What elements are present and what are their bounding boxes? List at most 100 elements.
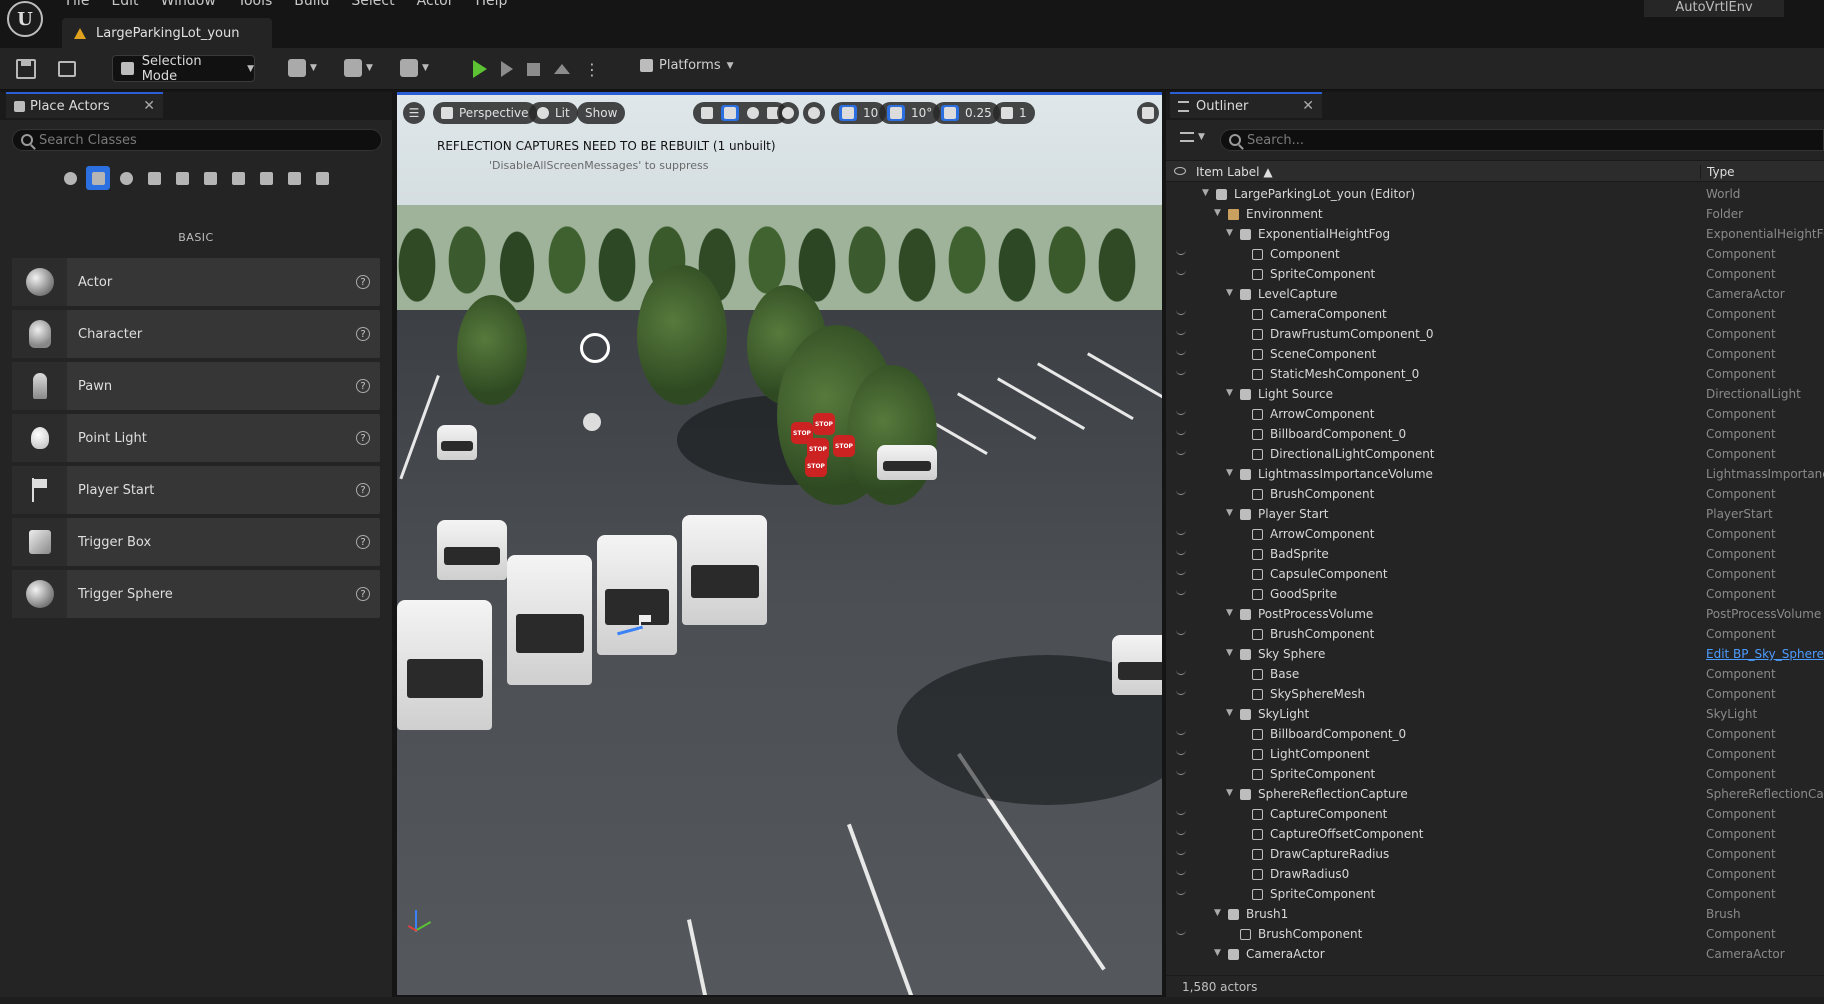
outliner-row[interactable]: ArrowComponent Component [1166,404,1824,424]
menu-file[interactable]: File [66,0,89,9]
translate-tool-icon[interactable] [721,105,739,121]
rotation-snap-button[interactable]: 10° [879,102,941,124]
expand-arrow-icon[interactable]: ▼ [1226,388,1233,398]
visibility-toggle-icon[interactable] [1176,330,1186,335]
close-icon[interactable]: ✕ [1302,98,1314,114]
outliner-row[interactable]: SceneComponent Component [1166,344,1824,364]
outliner-row[interactable]: ▼ LightmassImportanceVolume LightmassImpor… [1166,464,1824,484]
menu-select[interactable]: Select [351,0,394,9]
stop-icon[interactable] [527,62,540,76]
outliner-row[interactable]: ▼ CameraActor CameraActor [1166,944,1824,964]
visibility-toggle-icon[interactable] [1176,690,1186,695]
visibility-toggle-icon[interactable] [1176,570,1186,575]
menu-actor[interactable]: Actor [417,0,454,9]
expand-arrow-icon[interactable]: ▼ [1226,608,1233,618]
visibility-toggle-icon[interactable] [1176,430,1186,435]
menu-tools[interactable]: Tools [238,0,273,9]
menu-build[interactable]: Build [294,0,329,9]
outliner-tab[interactable]: Outliner ✕ [1170,92,1322,118]
camera-speed-button[interactable]: 1 [993,102,1035,124]
selection-mode-dropdown[interactable]: Selection Mode ▼ [112,54,255,84]
scale-snap-button[interactable]: 0.25 [933,102,1000,124]
visibility-toggle-icon[interactable] [1176,630,1186,635]
visibility-toggle-icon[interactable] [1176,370,1186,375]
save-icon[interactable] [16,59,36,79]
outliner-row[interactable]: ▼ Player Start PlayerStart [1166,504,1824,524]
outliner-row[interactable]: BillboardComponent_0 Component [1166,424,1824,444]
help-icon[interactable]: ? [356,587,370,601]
outliner-row[interactable]: DrawCaptureRadius Component [1166,844,1824,864]
outliner-row[interactable]: ▼ Brush1 Brush [1166,904,1824,924]
expand-arrow-icon[interactable]: ▼ [1226,508,1233,518]
shapes-icon[interactable] [142,166,166,190]
eject-icon[interactable] [554,64,570,74]
expand-arrow-icon[interactable]: ▼ [1202,188,1209,198]
outliner-row[interactable]: BadSprite Component [1166,544,1824,564]
expand-arrow-icon[interactable]: ▼ [1226,648,1233,658]
visibility-toggle-icon[interactable] [1176,450,1186,455]
actor-item-player-start[interactable]: Player Start ? [12,466,380,514]
actor-item-point-light[interactable]: Point Light ? [12,414,380,462]
outliner-row[interactable]: ▼ LargeParkingLot_youn (Editor) World [1166,184,1824,204]
unreal-logo-icon[interactable]: U [7,1,43,37]
help-icon[interactable]: ? [356,431,370,445]
rotate-tool-icon[interactable] [747,107,759,119]
outliner-row[interactable]: CapsuleComponent Component [1166,564,1824,584]
visibility-toggle-icon[interactable] [1176,730,1186,735]
help-icon[interactable]: ? [356,275,370,289]
expand-arrow-icon[interactable]: ▼ [1214,208,1221,218]
actor-item-actor[interactable]: Actor ? [12,258,380,306]
level-tab[interactable]: LargeParkingLot_youn [62,18,272,48]
outliner-row[interactable]: ArrowComponent Component [1166,524,1824,544]
filter-button[interactable]: ▼ [1180,132,1205,142]
viewport-layout-button[interactable] [1137,102,1159,124]
visibility-toggle-icon[interactable] [1176,770,1186,775]
outliner-row-type[interactable]: Edit BP_Sky_Sphere [1706,647,1824,661]
directional-light-icon[interactable] [580,333,610,363]
player-start-icon[interactable] [617,615,657,636]
column-item-label[interactable]: Item Label ▲ [1196,165,1273,179]
outliner-row[interactable]: ▼ LevelCapture CameraActor [1166,284,1824,304]
lit-button[interactable]: Lit [529,102,578,124]
world-local-button[interactable] [777,102,799,124]
lights-icon[interactable] [114,166,138,190]
outliner-row[interactable]: ▼ ExponentialHeightFog ExponentialHeightFo [1166,224,1824,244]
actor-item-trigger-box[interactable]: Trigger Box ? [12,518,380,566]
recent-icon[interactable] [58,166,82,190]
outliner-row[interactable]: SkySphereMesh Component [1166,684,1824,704]
outliner-row[interactable]: ▼ Sky Sphere Edit BP_Sky_Sphere [1166,644,1824,664]
help-icon[interactable]: ? [356,535,370,549]
visibility-toggle-icon[interactable] [1176,490,1186,495]
outliner-row[interactable]: SpriteComponent Component [1166,764,1824,784]
visibility-toggle-icon[interactable] [1176,670,1186,675]
viewport-options-button[interactable]: ☰ [403,102,425,124]
volumes-icon[interactable] [254,166,278,190]
fab-icon[interactable] [310,166,334,190]
outliner-row[interactable]: DrawRadius0 Component [1166,864,1824,884]
outliner-row[interactable]: ▼ SkyLight SkyLight [1166,704,1824,724]
outliner-row[interactable]: ▼ PostProcessVolume PostProcessVolume [1166,604,1824,624]
show-button[interactable]: Show [577,102,626,124]
outliner-row[interactable]: CaptureOffsetComponent Component [1166,824,1824,844]
visibility-toggle-icon[interactable] [1176,250,1186,255]
content-browser-icon[interactable] [58,61,76,77]
visibility-toggle-icon[interactable] [1176,890,1186,895]
outliner-row[interactable]: CaptureComponent Component [1166,804,1824,824]
outliner-row[interactable]: Component Component [1166,244,1824,264]
surface-snap-button[interactable] [803,102,825,124]
outliner-row[interactable]: ▼ Light Source DirectionalLight [1166,384,1824,404]
visibility-toggle-icon[interactable] [1176,410,1186,415]
help-icon[interactable]: ? [356,327,370,341]
expand-arrow-icon[interactable]: ▼ [1226,228,1233,238]
column-type[interactable]: Type [1700,165,1735,179]
perspective-button[interactable]: Perspective [433,102,537,124]
visibility-toggle-icon[interactable] [1176,830,1186,835]
visibility-eye-icon[interactable] [1174,167,1186,175]
geometry-icon[interactable] [226,166,250,190]
blueprint-button[interactable]: ▼ [344,59,373,77]
visibility-toggle-icon[interactable] [1176,590,1186,595]
expand-arrow-icon[interactable]: ▼ [1226,288,1233,298]
outliner-row[interactable]: BrushComponent Component [1166,624,1824,644]
outliner-row[interactable]: GoodSprite Component [1166,584,1824,604]
visibility-toggle-icon[interactable] [1176,310,1186,315]
